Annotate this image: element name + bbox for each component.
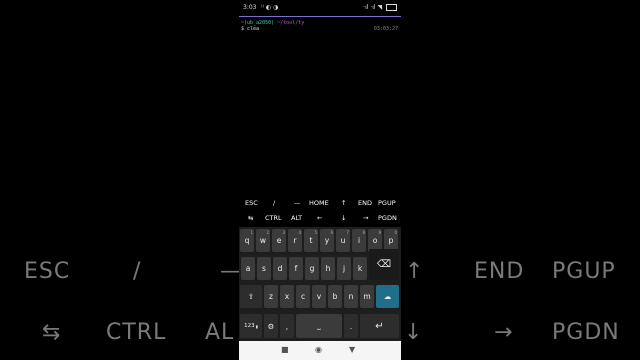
gear-icon: ⚙: [267, 321, 275, 331]
key-q[interactable]: 1q: [240, 229, 254, 252]
key-g[interactable]: g: [305, 257, 319, 280]
back-icon[interactable]: ▼: [349, 346, 355, 354]
phone-screen: 3:03 ⁾⁾ ◐ ◑ ·ıl ·ıl ◥ ~(ub_a2050) ~/tool…: [239, 0, 401, 360]
key-t[interactable]: 5t: [304, 229, 318, 252]
recents-icon[interactable]: ■: [281, 346, 289, 354]
settings-key[interactable]: ⚙: [264, 314, 278, 338]
extra-key-end[interactable]: END: [358, 199, 372, 207]
enter-icon: ↵: [375, 320, 384, 332]
navigation-bar: ■ ◉ ▼: [239, 341, 401, 360]
key-n[interactable]: n: [344, 285, 358, 308]
space-key[interactable]: ⎵: [296, 314, 342, 338]
key-u[interactable]: 7u: [336, 229, 350, 252]
extra-keys-bar: ESC / — HOME ↑ END PGUP ⇆ CTRL ALT ← ↓ →…: [239, 197, 401, 227]
extra-key-pgdn[interactable]: PGDN: [378, 214, 397, 222]
backspace-key[interactable]: ⌫: [369, 249, 399, 280]
extra-key-dash[interactable]: —: [294, 199, 301, 207]
bg-label: CTRL: [106, 320, 167, 345]
key-v[interactable]: v: [312, 285, 326, 308]
key-j[interactable]: j: [337, 257, 351, 280]
status-bar: 3:03 ⁾⁾ ◐ ◑ ·ıl ·ıl ◥: [239, 3, 401, 13]
key-r[interactable]: 4r: [288, 229, 302, 252]
extra-key-left[interactable]: ←: [317, 214, 322, 222]
key-f[interactable]: f: [289, 257, 303, 280]
bg-label: /: [133, 259, 142, 284]
notification-icons: ⁾⁾ ◐ ◑: [261, 4, 279, 11]
terminal-timestamp: 03:03:27: [373, 26, 398, 32]
extra-key-alt[interactable]: ALT: [291, 214, 302, 222]
bg-label: →: [494, 320, 514, 345]
key-s[interactable]: s: [257, 257, 271, 280]
key-i[interactable]: 8i: [352, 229, 366, 252]
key-e[interactable]: 3e: [272, 229, 286, 252]
key-x[interactable]: x: [280, 285, 294, 308]
signal-icon: ·ıl ·ıl ◥: [363, 4, 383, 11]
key-d[interactable]: d: [273, 257, 287, 280]
space-icon: ⎵: [317, 321, 321, 330]
backspace-icon: ⌫: [376, 259, 392, 270]
bg-label: ESC: [24, 259, 71, 284]
emoji-key[interactable]: ☁: [376, 285, 399, 308]
extra-key-right[interactable]: →: [363, 214, 368, 222]
bg-label: ⇆: [42, 320, 62, 345]
period-key[interactable]: .: [344, 314, 358, 338]
key-k[interactable]: k: [353, 257, 367, 280]
extra-key-slash[interactable]: /: [273, 199, 275, 207]
key-m[interactable]: m: [360, 285, 374, 308]
bg-label: ↑: [405, 259, 425, 284]
terminal-command[interactable]: $ clea: [241, 26, 259, 32]
extra-key-down[interactable]: ↓: [341, 214, 346, 222]
extra-key-pgup[interactable]: PGUP: [378, 199, 396, 207]
key-w[interactable]: 2w: [256, 229, 270, 252]
key-h[interactable]: h: [321, 257, 335, 280]
bg-label: PGDN: [552, 320, 620, 345]
soft-keyboard: 1q 2w 3e 4r 5t 6y 7u 8i 9o 0p a s d f g …: [239, 227, 401, 342]
enter-key[interactable]: ↵: [360, 314, 399, 338]
key-y[interactable]: 6y: [320, 229, 334, 252]
extra-key-home[interactable]: HOME: [309, 199, 329, 207]
key-b[interactable]: b: [328, 285, 342, 308]
extra-key-up[interactable]: ↑: [341, 199, 346, 207]
bg-label: AL: [205, 320, 235, 345]
key-z[interactable]: z: [264, 285, 278, 308]
signal-icons: ·ıl ·ıl ◥: [363, 4, 397, 11]
battery-icon: [386, 4, 397, 11]
emoji-icon: ☁: [383, 292, 392, 301]
home-icon[interactable]: ◉: [315, 346, 322, 354]
extra-key-esc[interactable]: ESC: [245, 199, 258, 207]
comma-key[interactable]: ,: [280, 314, 294, 338]
shift-key[interactable]: ⇧: [240, 285, 262, 308]
extra-key-tab[interactable]: ⇆: [248, 214, 253, 222]
bg-label: PGUP: [552, 259, 616, 284]
status-time: 3:03: [243, 4, 257, 11]
bg-label: END: [474, 259, 525, 284]
prompt-path: ~/tool/ty: [277, 20, 305, 26]
symbols-key[interactable]: 123 ▮: [240, 314, 262, 338]
key-a[interactable]: a: [241, 257, 255, 280]
bg-label: ↓: [404, 320, 424, 345]
mic-icon: ▮: [255, 323, 258, 329]
key-c[interactable]: c: [296, 285, 310, 308]
shift-icon: ⇧: [247, 292, 255, 301]
terminal-top-line: [239, 16, 401, 17]
extra-key-ctrl[interactable]: CTRL: [265, 214, 282, 222]
